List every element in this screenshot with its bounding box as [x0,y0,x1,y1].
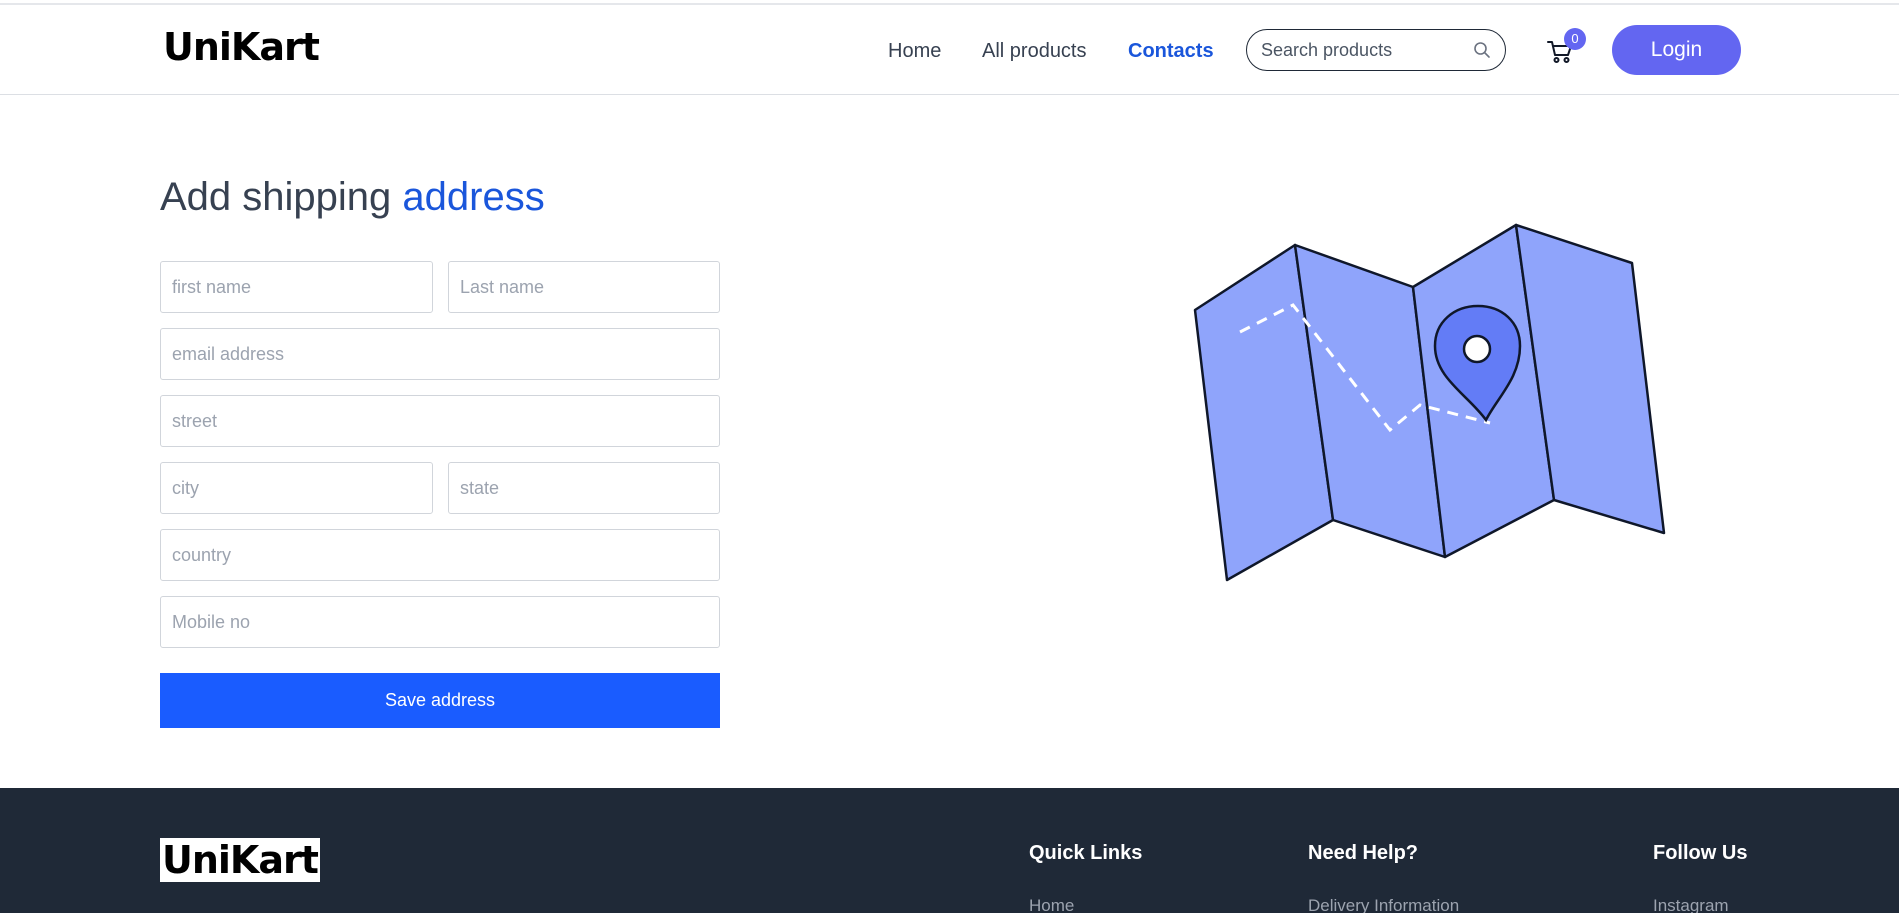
footer-heading-follow-us: Follow Us [1653,842,1748,864]
page-title-accent: address [402,175,545,219]
street-field[interactable] [160,395,720,447]
search-icon[interactable] [1473,41,1491,59]
cart-count-badge: 0 [1564,28,1586,50]
nav-link-home[interactable]: Home [888,40,941,63]
footer-link-instagram[interactable]: Instagram [1653,896,1729,913]
nav-link-contacts[interactable]: Contacts [1128,40,1214,63]
email-field[interactable] [160,328,720,380]
first-name-field[interactable] [160,261,433,313]
save-address-button[interactable]: Save address [160,673,720,728]
site-header: UniKart Home All products Contacts 0 Log… [0,5,1899,95]
last-name-field[interactable] [448,261,720,313]
site-footer: UniKart Quick Links Home Need Help? Deli… [0,788,1899,913]
footer-link-home[interactable]: Home [1029,896,1074,913]
brand-logo[interactable]: UniKart [163,25,320,69]
country-field[interactable] [160,529,720,581]
footer-link-delivery-information[interactable]: Delivery Information [1308,896,1459,913]
search-input[interactable] [1261,38,1461,62]
mobile-field[interactable] [160,596,720,648]
footer-heading-need-help: Need Help? [1308,842,1419,864]
page-title-main: Add shipping [160,175,392,219]
map-illustration [1193,223,1666,582]
folded-map-icon [1193,223,1666,582]
city-field[interactable] [160,462,433,514]
page-title: Add shipping address [160,175,545,220]
login-button[interactable]: Login [1612,25,1741,75]
footer-heading-quick-links: Quick Links [1029,842,1143,864]
state-field[interactable] [448,462,720,514]
search-box [1246,29,1506,71]
footer-brand-logo[interactable]: UniKart [160,838,320,882]
nav-link-all-products[interactable]: All products [982,40,1087,63]
